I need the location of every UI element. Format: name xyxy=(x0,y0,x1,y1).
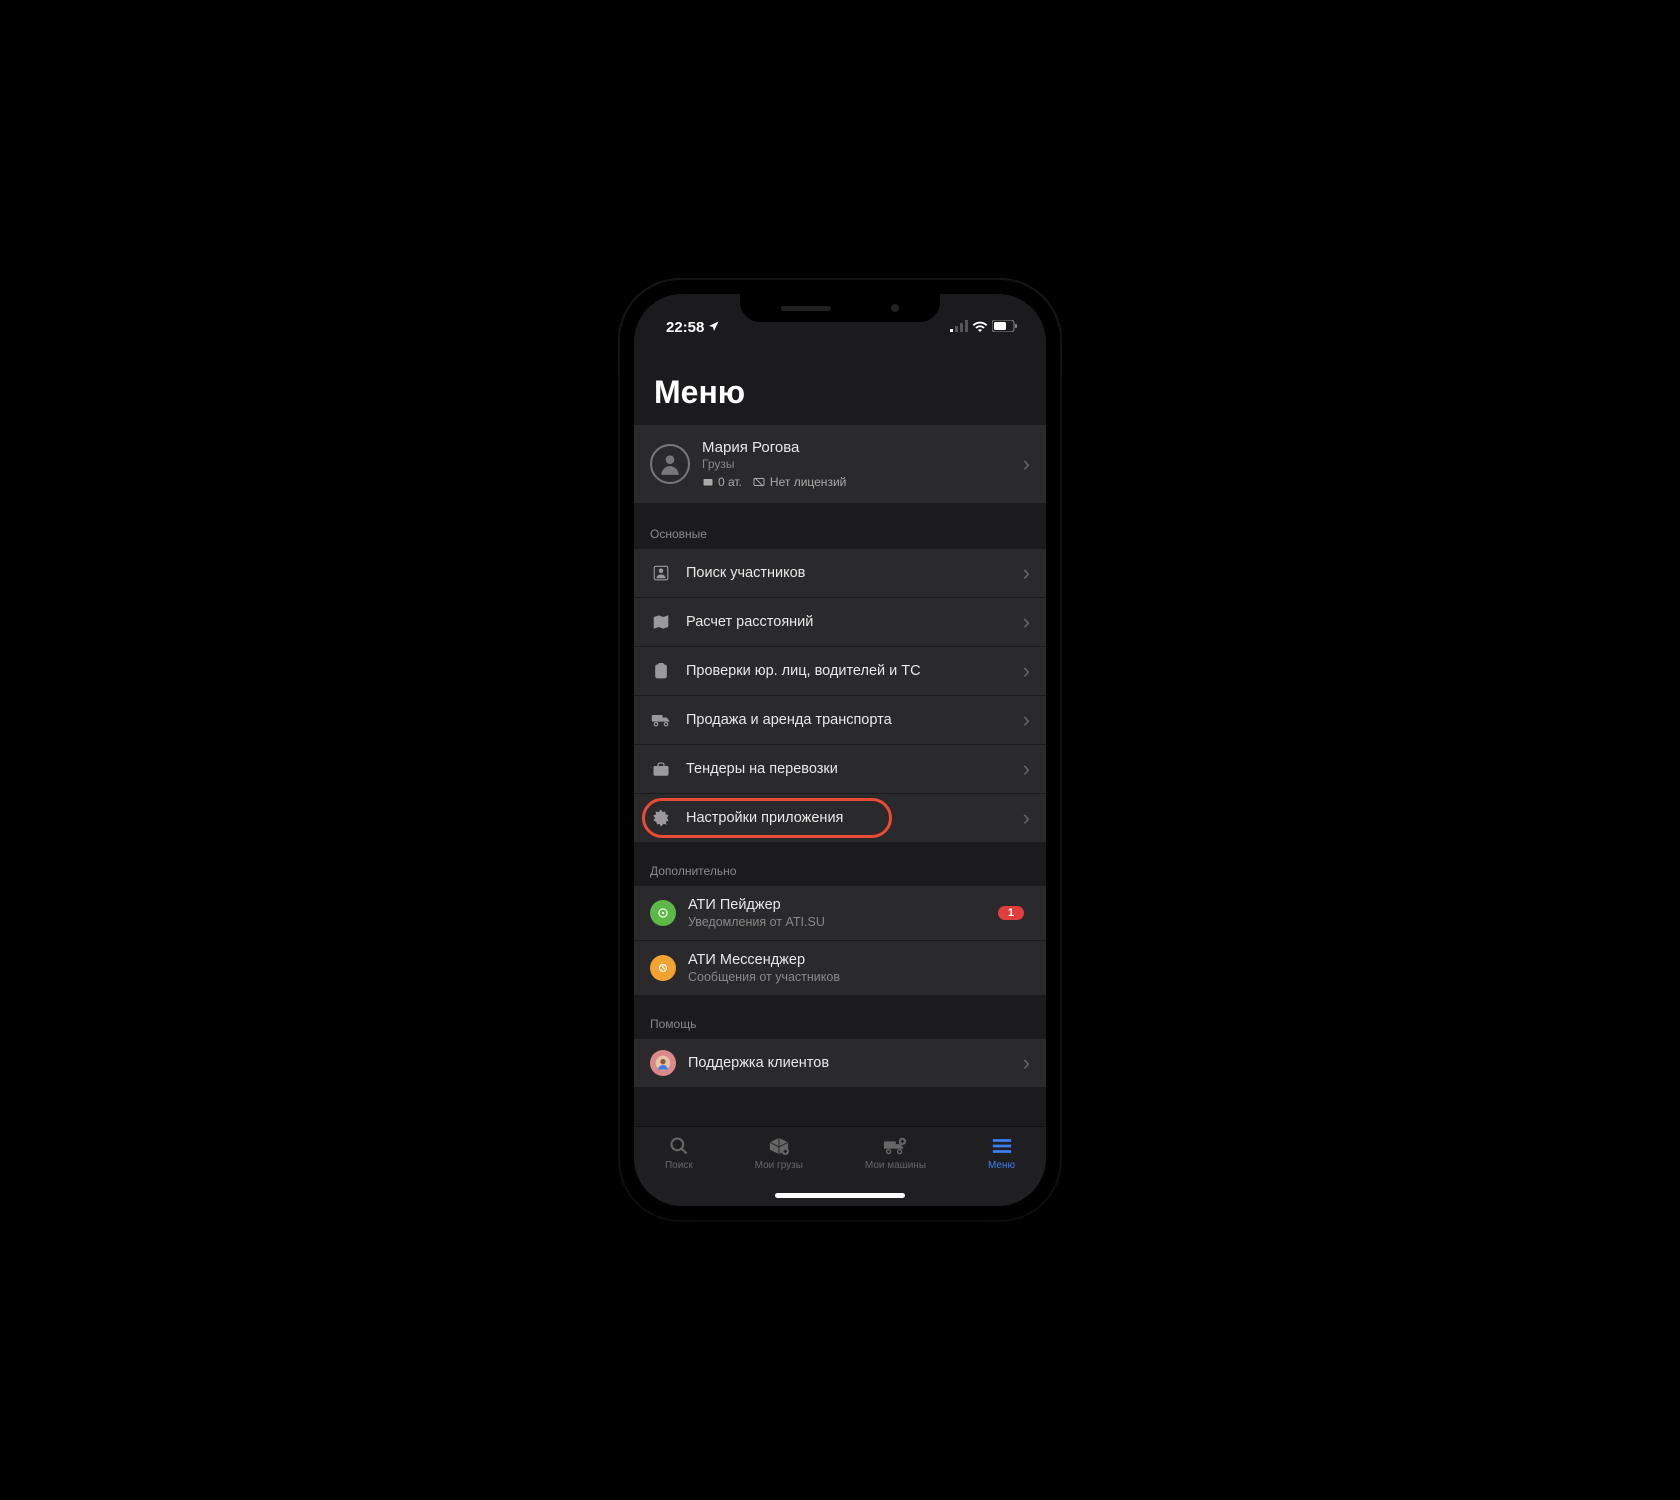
phone-frame: 22:58 Меню xyxy=(620,280,1060,1220)
row-sub: Сообщения от участников xyxy=(688,970,1030,984)
avatar xyxy=(650,444,690,484)
row-support[interactable]: Поддержка клиентов › xyxy=(634,1039,1046,1087)
row-label: Поддержка клиентов xyxy=(688,1055,1023,1071)
profile-card[interactable]: Мария Рогова Грузы 0 ат. Нет лицензий › xyxy=(634,425,1046,503)
location-icon xyxy=(708,319,720,336)
row-search-participants[interactable]: Поиск участников › xyxy=(634,549,1046,598)
row-label: Тендеры на перевозки xyxy=(686,761,1023,777)
row-pager[interactable]: АТИ Пейджер Уведомления от ATI.SU 1 xyxy=(634,886,1046,941)
section-help-label: Помощь xyxy=(634,1017,1046,1039)
profile-subtitle: Грузы xyxy=(702,457,1023,471)
section-main-label: Основные xyxy=(634,527,1046,549)
pager-icon xyxy=(650,900,676,926)
chevron-right-icon: › xyxy=(1023,756,1030,782)
list-help: Поддержка клиентов › xyxy=(634,1039,1046,1087)
briefcase-icon xyxy=(650,761,672,777)
tab-search[interactable]: Поиск xyxy=(665,1135,693,1206)
box-icon xyxy=(768,1135,790,1157)
row-label: Расчет расстояний xyxy=(686,614,1023,630)
chevron-right-icon: › xyxy=(1023,560,1030,586)
profile-name: Мария Рогова xyxy=(702,439,1023,456)
chevron-right-icon: › xyxy=(1023,451,1030,477)
row-sub: Уведомления от ATI.SU xyxy=(688,915,998,929)
page-title: Меню xyxy=(654,374,1026,411)
content[interactable]: Мария Рогова Грузы 0 ат. Нет лицензий › xyxy=(634,425,1046,1126)
chevron-right-icon: › xyxy=(1023,658,1030,684)
notch xyxy=(740,294,940,322)
clipboard-icon xyxy=(650,662,672,680)
tab-label: Поиск xyxy=(665,1160,693,1171)
notification-badge: 1 xyxy=(998,906,1024,920)
tab-label: Мои грузы xyxy=(755,1160,803,1171)
list-extra: АТИ Пейджер Уведомления от ATI.SU 1 АТИ … xyxy=(634,886,1046,995)
list-main: Поиск участников › Расчет расстояний › П… xyxy=(634,549,1046,842)
chevron-right-icon: › xyxy=(1023,1050,1030,1076)
section-extra-label: Дополнительно xyxy=(634,864,1046,886)
tab-label: Мои машины xyxy=(865,1160,926,1171)
row-transport-sale[interactable]: Продажа и аренда транспорта › xyxy=(634,696,1046,745)
tab-label: Меню xyxy=(988,1160,1015,1171)
messenger-icon xyxy=(650,955,676,981)
battery-icon xyxy=(992,319,1018,336)
menu-icon xyxy=(991,1135,1013,1157)
participants-icon xyxy=(650,564,672,582)
page-header: Меню xyxy=(634,338,1046,425)
profile-balance: 0 ат. xyxy=(702,475,742,489)
chevron-right-icon: › xyxy=(1023,707,1030,733)
row-label: Продажа и аренда транспорта xyxy=(686,712,1023,728)
row-tenders[interactable]: Тендеры на перевозки › xyxy=(634,745,1046,794)
profile-license: Нет лицензий xyxy=(752,475,846,489)
row-label: Проверки юр. лиц, водителей и ТС xyxy=(686,663,1023,679)
truck-add-icon xyxy=(883,1135,907,1157)
wifi-icon xyxy=(972,319,988,336)
row-label: Настройки приложения xyxy=(686,810,1023,826)
row-label: Поиск участников xyxy=(686,565,1023,581)
row-messenger[interactable]: АТИ Мессенджер Сообщения от участников xyxy=(634,941,1046,995)
row-distance-calc[interactable]: Расчет расстояний › xyxy=(634,598,1046,647)
chevron-right-icon: › xyxy=(1023,609,1030,635)
support-icon xyxy=(650,1050,676,1076)
map-icon xyxy=(650,613,672,631)
chevron-right-icon: › xyxy=(1023,805,1030,831)
screen: 22:58 Меню xyxy=(634,294,1046,1206)
row-checks[interactable]: Проверки юр. лиц, водителей и ТС › xyxy=(634,647,1046,696)
search-icon xyxy=(669,1135,689,1157)
gear-icon xyxy=(650,809,672,827)
truck-icon xyxy=(650,712,672,728)
row-app-settings[interactable]: Настройки приложения › xyxy=(634,794,1046,842)
status-time: 22:58 xyxy=(666,319,704,336)
cellular-icon xyxy=(950,319,968,336)
row-title: АТИ Пейджер xyxy=(688,897,998,913)
home-indicator[interactable] xyxy=(775,1193,905,1198)
tab-menu[interactable]: Меню xyxy=(988,1135,1015,1206)
row-title: АТИ Мессенджер xyxy=(688,952,1030,968)
